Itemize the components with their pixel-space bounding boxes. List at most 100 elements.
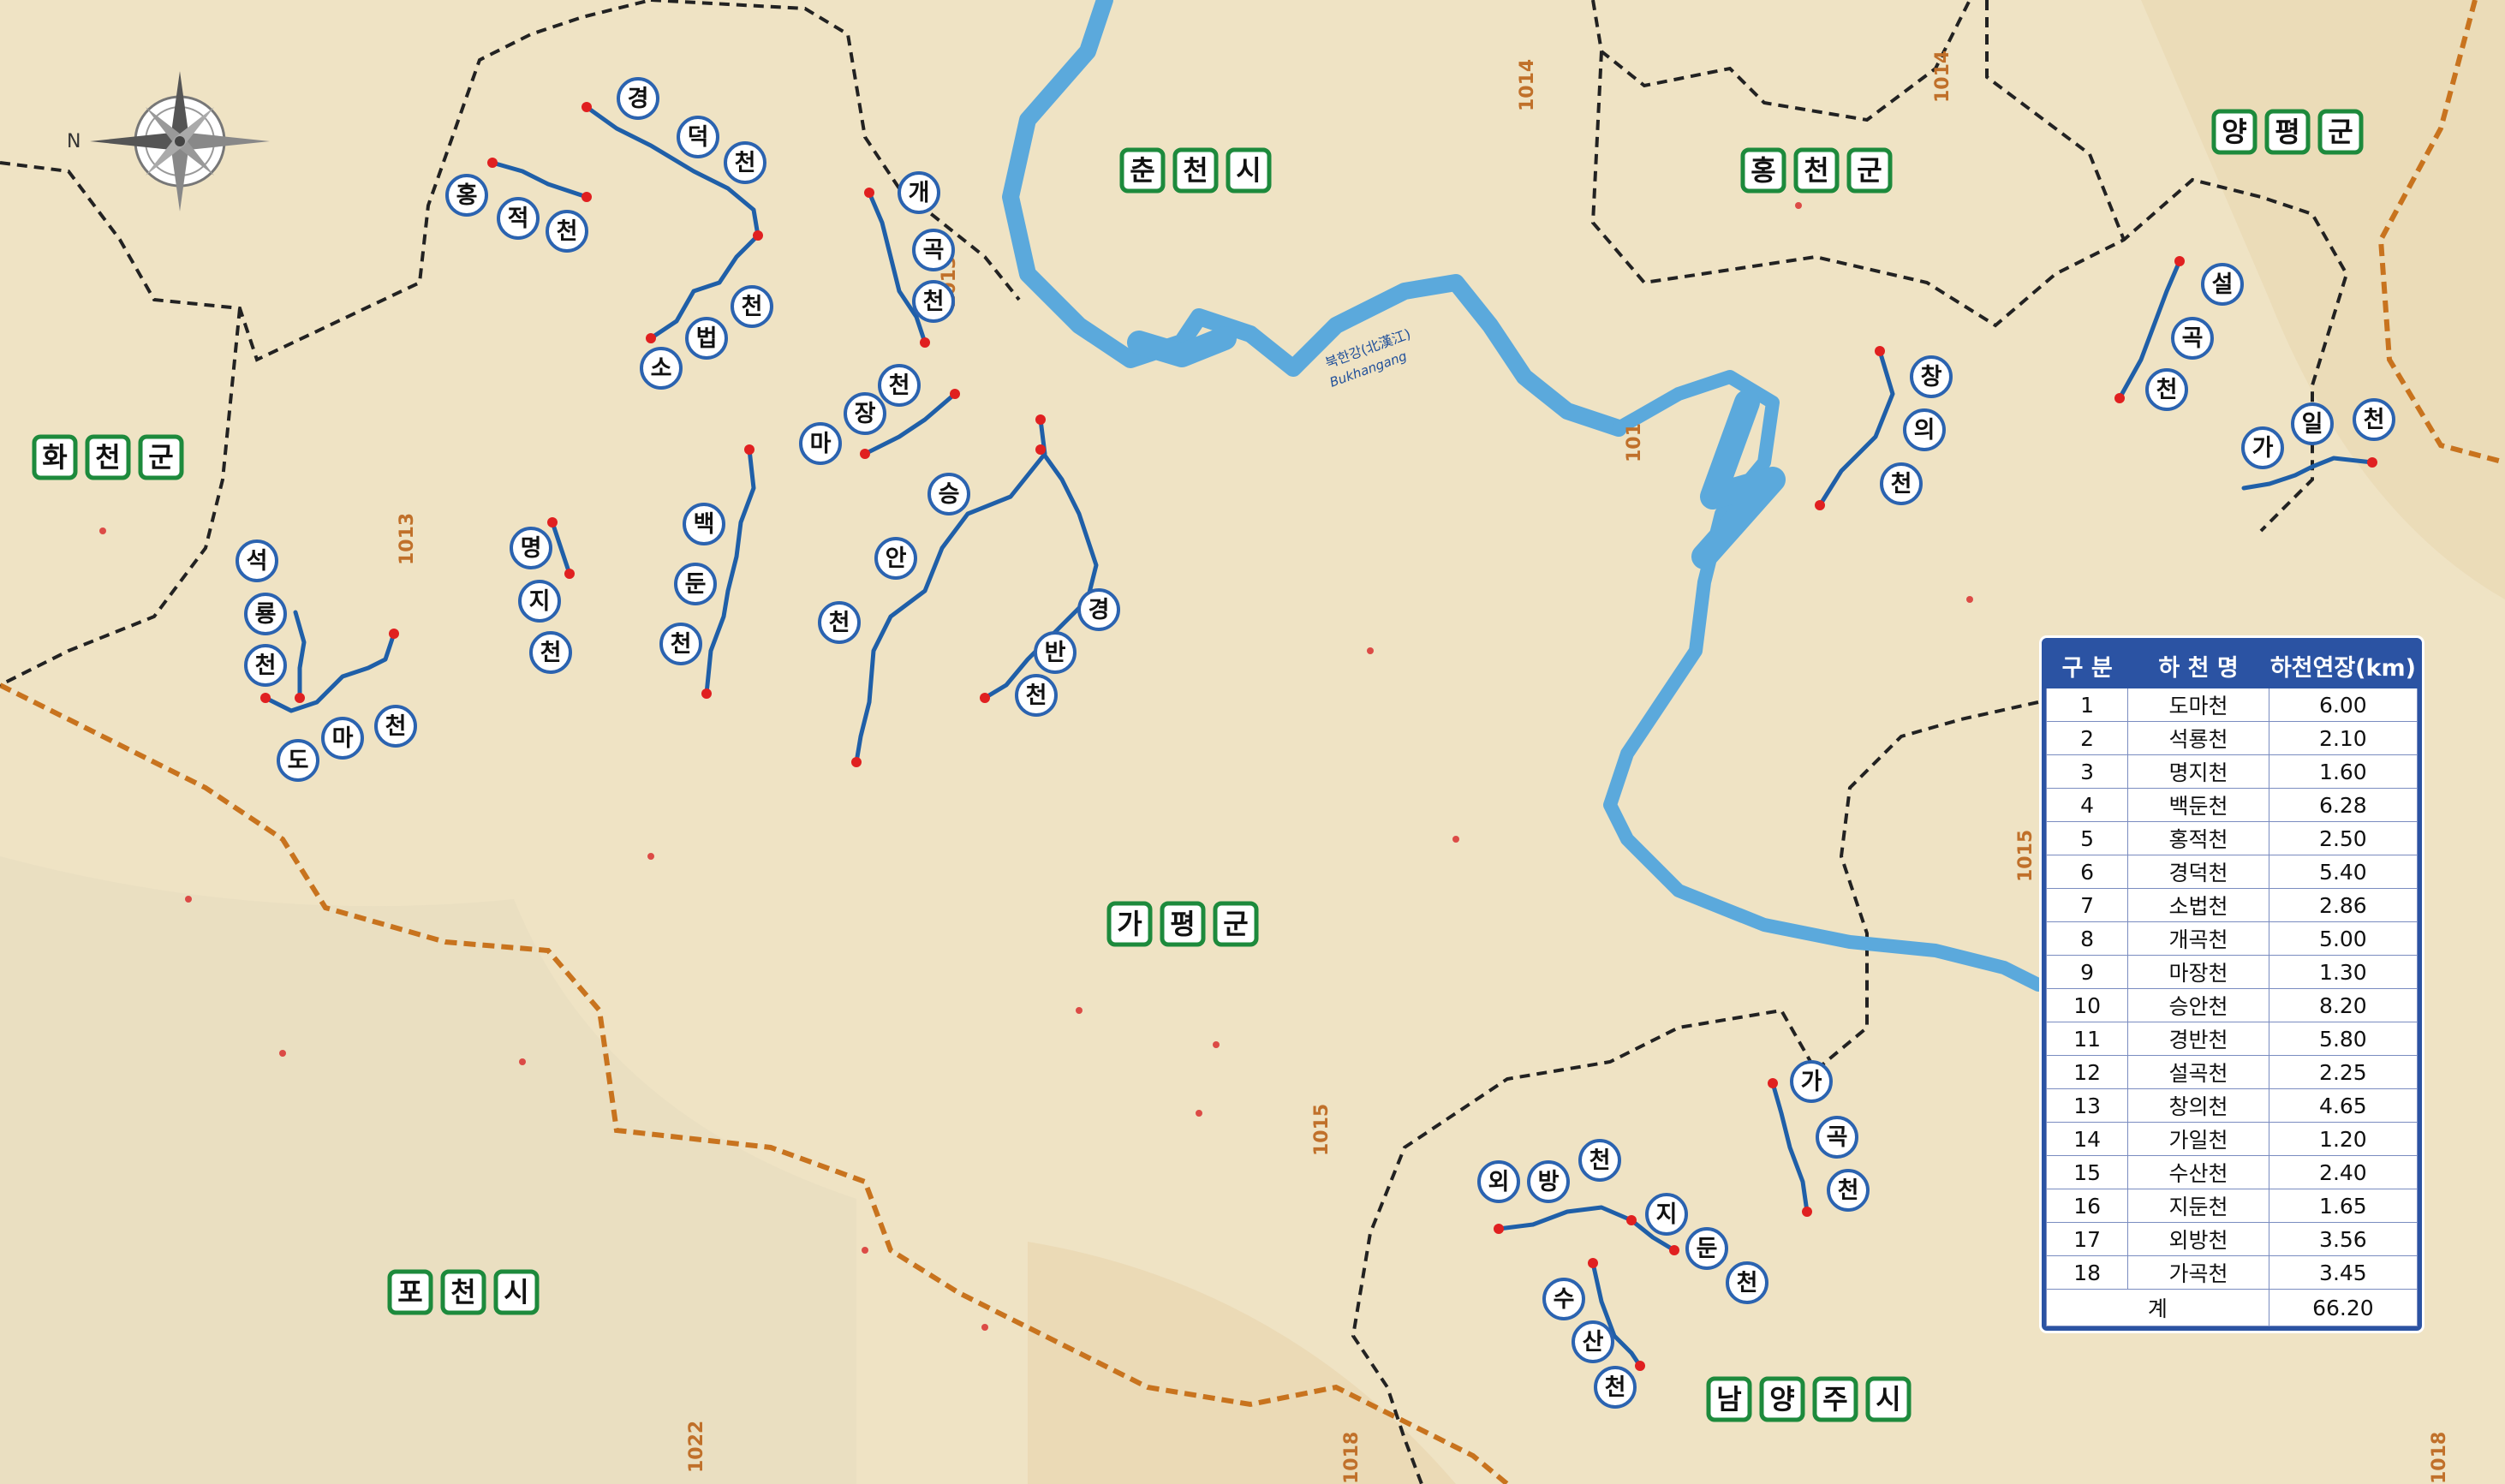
stream-label-char: 가 xyxy=(2252,435,2274,462)
stream-label-gagok: 가 xyxy=(1790,1060,1833,1103)
road-number: 1015 xyxy=(1311,1104,1333,1156)
region-label-gapyeong: 평 xyxy=(1160,901,1206,947)
region-label-yangpyeong: 군 xyxy=(2317,109,2364,155)
table-cell: 승안천 xyxy=(2127,988,2269,1022)
stream-label-doma: 천 xyxy=(374,705,417,748)
table-cell: 석룡천 xyxy=(2127,721,2269,755)
table-cell: 10 xyxy=(2045,988,2129,1022)
stream-label-char: 소 xyxy=(651,355,672,382)
stream-label-majang: 마 xyxy=(799,422,842,465)
stream-label-char: 창 xyxy=(1921,364,1942,390)
table-cell: 4 xyxy=(2045,788,2129,822)
table-row: 16 지둔천 1.65 xyxy=(2045,1189,2419,1223)
stream-label-susan: 수 xyxy=(1542,1278,1585,1320)
table-cell: 11 xyxy=(2045,1022,2129,1056)
table-cell: 1 xyxy=(2045,688,2129,722)
table-cell: 1.20 xyxy=(2268,1122,2419,1156)
stream-label-wabang: 외 xyxy=(1477,1160,1520,1203)
stream-label-baekdun: 백 xyxy=(683,503,725,545)
region-label-char: 시 xyxy=(1876,1383,1900,1415)
region-label-char: 가 xyxy=(1117,908,1142,940)
stream-label-char: 천 xyxy=(557,218,578,245)
region-label-char: 천 xyxy=(1183,154,1208,187)
stream-label-char: 법 xyxy=(696,325,718,352)
stream-label-char: 개 xyxy=(909,180,930,206)
table-cell: 설곡천 xyxy=(2127,1055,2269,1089)
table-row: 13 창의천 4.65 xyxy=(2045,1088,2419,1123)
compass-north-label: N xyxy=(67,131,81,152)
region-label-hongcheon: 군 xyxy=(1846,147,1893,194)
table-cell: 지둔천 xyxy=(2127,1189,2269,1223)
table-cell: 3.45 xyxy=(2268,1255,2419,1290)
table-cell: 백둔천 xyxy=(2127,788,2269,822)
stream-label-myeongji: 지 xyxy=(518,580,561,623)
stream-label-sobeop: 천 xyxy=(731,285,773,328)
table-cell: 6.28 xyxy=(2268,788,2419,822)
table-row: 18 가곡천 3.45 xyxy=(2045,1255,2419,1290)
stream-label-char: 천 xyxy=(829,610,850,636)
stream-label-seolgok: 곡 xyxy=(2171,317,2214,360)
region-label-hwacheon: 화 xyxy=(32,434,78,480)
stream-label-susan: 천 xyxy=(1594,1366,1637,1409)
table-cell: 17 xyxy=(2045,1222,2129,1256)
table-cell: 12 xyxy=(2045,1055,2129,1089)
stream-label-char: 명 xyxy=(521,535,542,562)
region-label-gapyeong: 가 xyxy=(1106,901,1153,947)
table-row: 7 소법천 2.86 xyxy=(2045,888,2419,922)
region-label-hwacheon: 천 xyxy=(85,434,131,480)
stream-label-char: 홍 xyxy=(456,182,478,209)
table-cell: 15 xyxy=(2045,1155,2129,1189)
stream-label-char: 승 xyxy=(939,481,960,508)
table-cell: 1.30 xyxy=(2268,955,2419,989)
table-header: 구 분 xyxy=(2045,642,2129,688)
stream-label-char: 경 xyxy=(1088,597,1110,623)
road-number: 1014 xyxy=(1517,59,1538,111)
region-label-hongcheon: 천 xyxy=(1793,147,1840,194)
region-label-chuncheon: 천 xyxy=(1172,147,1219,194)
stream-label-char: 장 xyxy=(855,401,876,427)
region-label-char: 화 xyxy=(42,441,67,474)
stream-label-hongjeok: 적 xyxy=(497,197,540,240)
table-cell: 16 xyxy=(2045,1189,2129,1223)
stream-label-char: 천 xyxy=(1589,1147,1611,1174)
stream-label-char: 마 xyxy=(332,725,354,752)
stream-label-char: 의 xyxy=(1914,417,1935,444)
stream-label-char: 백 xyxy=(694,511,715,538)
stream-length-table: 구 분 하 천 명 하천연장(km) 1 도마천 6.00 2 석룡천 2.10 3 명지천 1… xyxy=(2042,638,2422,1331)
table-row: 14 가일천 1.20 xyxy=(2045,1122,2419,1156)
region-label-hwacheon: 군 xyxy=(138,434,184,480)
stream-label-jidun: 천 xyxy=(1726,1261,1768,1304)
region-label-pocheon: 포 xyxy=(387,1269,433,1315)
region-label-char: 주 xyxy=(1822,1383,1847,1415)
stream-label-char: 반 xyxy=(1045,640,1066,666)
road-number: 1015 xyxy=(2015,830,2037,882)
stream-label-char: 도 xyxy=(288,748,309,774)
stream-label-hongjeok: 홍 xyxy=(445,174,488,217)
table-row: 3 명지천 1.60 xyxy=(2045,754,2419,789)
table-cell: 6 xyxy=(2045,855,2129,889)
region-label-yangpyeong: 평 xyxy=(2264,109,2311,155)
stream-label-gaegok: 곡 xyxy=(912,229,955,271)
stream-label-gyeongban: 천 xyxy=(1015,674,1058,717)
stream-label-char: 곡 xyxy=(1827,1124,1848,1151)
table-cell: 수산천 xyxy=(2127,1155,2269,1189)
stream-label-char: 천 xyxy=(1737,1270,1758,1296)
table-header: 하 천 명 xyxy=(2127,642,2269,688)
table-cell: 5.80 xyxy=(2268,1022,2419,1056)
stream-label-gyeongdeok: 경 xyxy=(617,77,659,120)
stream-label-gyeongban: 경 xyxy=(1077,588,1120,631)
region-label-char: 평 xyxy=(1170,908,1195,940)
region-label-pocheon: 시 xyxy=(493,1269,540,1315)
stream-label-jidun: 지 xyxy=(1645,1193,1688,1236)
stream-label-hongjeok: 천 xyxy=(546,210,588,253)
stream-label-char: 천 xyxy=(540,640,562,666)
table-row: 12 설곡천 2.25 xyxy=(2045,1055,2419,1089)
table-cell: 홍적천 xyxy=(2127,821,2269,855)
table-row: 11 경반천 5.80 xyxy=(2045,1022,2419,1056)
road-number: 1013 xyxy=(397,513,418,565)
table-cell: 3.56 xyxy=(2268,1222,2419,1256)
region-label-char: 천 xyxy=(450,1276,475,1308)
table-cell: 경덕천 xyxy=(2127,855,2269,889)
region-label-namyangju: 양 xyxy=(1759,1376,1805,1422)
region-label-chuncheon: 시 xyxy=(1226,147,1272,194)
